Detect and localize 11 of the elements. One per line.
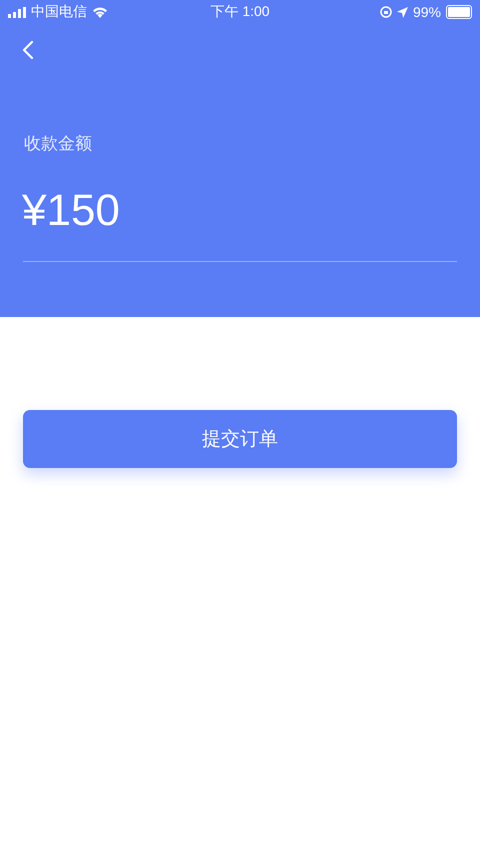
signal-icon	[8, 6, 26, 18]
carrier-name: 中国电信	[31, 3, 87, 21]
amount-label: 收款金额	[24, 133, 92, 155]
amount-value: ¥150	[22, 185, 120, 237]
location-arrow-icon	[396, 6, 408, 18]
submit-order-button[interactable]: 提交订单	[23, 410, 457, 468]
battery-percentage: 99%	[412, 4, 442, 20]
status-time: 下午 1:00	[210, 3, 270, 21]
rotation-lock-icon	[380, 6, 392, 18]
battery-icon	[446, 5, 472, 19]
wifi-icon	[92, 6, 108, 18]
